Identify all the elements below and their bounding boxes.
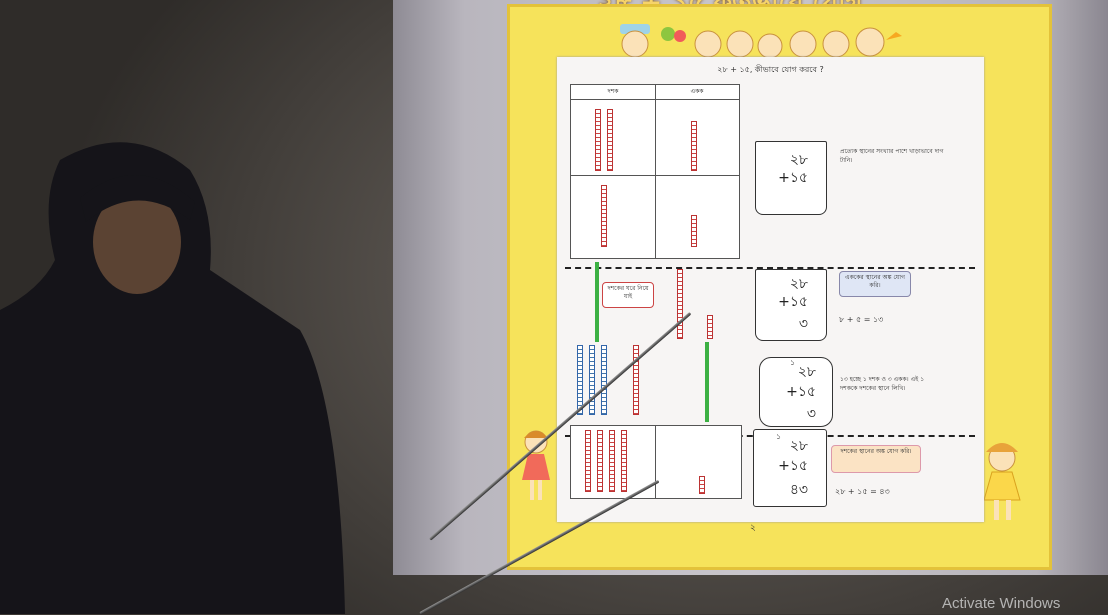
tens-rod xyxy=(609,430,615,492)
carry-digit: ১ xyxy=(790,358,796,367)
kid-face-2 xyxy=(694,30,722,58)
worksheet-question: ২৮ + ১৫, কীভাবে যোগ করবে ? xyxy=(717,65,824,74)
balloon-red xyxy=(674,30,686,42)
pencil-icon xyxy=(886,32,902,40)
tens-rod xyxy=(601,185,607,247)
ones-cubes xyxy=(707,315,713,339)
addend-bottom: +১৫ xyxy=(778,170,808,186)
kid-face-5 xyxy=(789,30,817,58)
add-tens-callout: দশকের স্থানের অঙ্ক যোগ করি। xyxy=(831,445,921,473)
add-ones-callout: এককের স্থানের অঙ্ক যোগ করি। xyxy=(839,271,911,297)
addend-top: ২৮ xyxy=(789,438,808,454)
tens-rod-blue xyxy=(601,345,607,415)
addend-bottom: +১৫ xyxy=(778,458,808,474)
partial-result: ৩ xyxy=(806,406,816,422)
addend-top: ২৮ xyxy=(789,276,808,292)
ones-column-header: একক xyxy=(655,85,739,100)
step3-note: ১৩ হচ্ছে ১ দশক ও ৩ একক। এই ১ দশককে দশকের… xyxy=(840,376,925,392)
partial-result: ৩ xyxy=(798,316,808,332)
result-table xyxy=(570,425,742,499)
ones-cubes xyxy=(699,476,705,494)
place-value-table: দশক একক xyxy=(570,84,740,259)
addend-top: ২৮ xyxy=(797,364,816,380)
kid-face-3 xyxy=(726,30,754,58)
ones-cubes xyxy=(677,269,683,339)
addend-bottom: +১৫ xyxy=(778,294,808,310)
guide-line-green xyxy=(595,262,599,342)
teacher-figure xyxy=(0,142,345,614)
addition-box-step1: ২৮ +১৫ xyxy=(755,141,827,215)
addition-box-step3: ১ ২৮ +১৫ ৩ xyxy=(759,357,833,427)
worksheet-page: ২৮ + ১৫, কীভাবে যোগ করবে ? দশক একক ২৮ +১… xyxy=(557,57,984,522)
kid-face-6 xyxy=(822,30,850,58)
slide-page-number: ২ xyxy=(750,523,756,533)
step1-note: প্রত্যেক স্থানের সংখ্যার পাশে খাড়াভাবে … xyxy=(840,148,944,164)
move-tens-callout: দশকের ঘরে নিয়ে যাই xyxy=(602,282,654,308)
kid-face-1 xyxy=(620,24,650,58)
ones-sum-equation: ৮ + ৫ = ১৩ xyxy=(839,315,884,324)
addition-box-final: ১ ২৮ +১৫ ৪৩ xyxy=(753,429,827,507)
kid-face-7 xyxy=(855,27,885,57)
addend-bottom: +১৫ xyxy=(786,384,816,400)
ones-cubes xyxy=(691,121,697,171)
row-divider xyxy=(571,175,739,176)
guide-line-green xyxy=(705,342,709,422)
column-divider xyxy=(655,426,656,498)
balloon-green xyxy=(661,27,675,41)
kid-face-4 xyxy=(757,33,783,59)
cartoon-kids-banner xyxy=(620,24,902,59)
tens-rod xyxy=(621,430,627,492)
addend-top: ২৮ xyxy=(789,152,808,168)
ones-cubes xyxy=(691,215,697,247)
cartoon-girl-left xyxy=(522,430,550,500)
final-result: ৪৩ xyxy=(789,482,808,498)
tens-rod-blue xyxy=(589,345,595,415)
tens-rod xyxy=(597,430,603,492)
column-divider xyxy=(655,85,656,258)
tens-rod xyxy=(607,109,613,171)
windows-activation-watermark: Activate Windows xyxy=(942,595,1061,612)
final-equation: ২৮ + ১৫ = ৪৩ xyxy=(835,487,890,496)
addition-box-step2: ২৮ +১৫ ৩ xyxy=(755,269,827,341)
tens-column-header: দশক xyxy=(571,85,655,100)
carry-digit: ১ xyxy=(776,432,782,441)
tens-rod xyxy=(595,109,601,171)
tens-rod xyxy=(585,430,591,492)
